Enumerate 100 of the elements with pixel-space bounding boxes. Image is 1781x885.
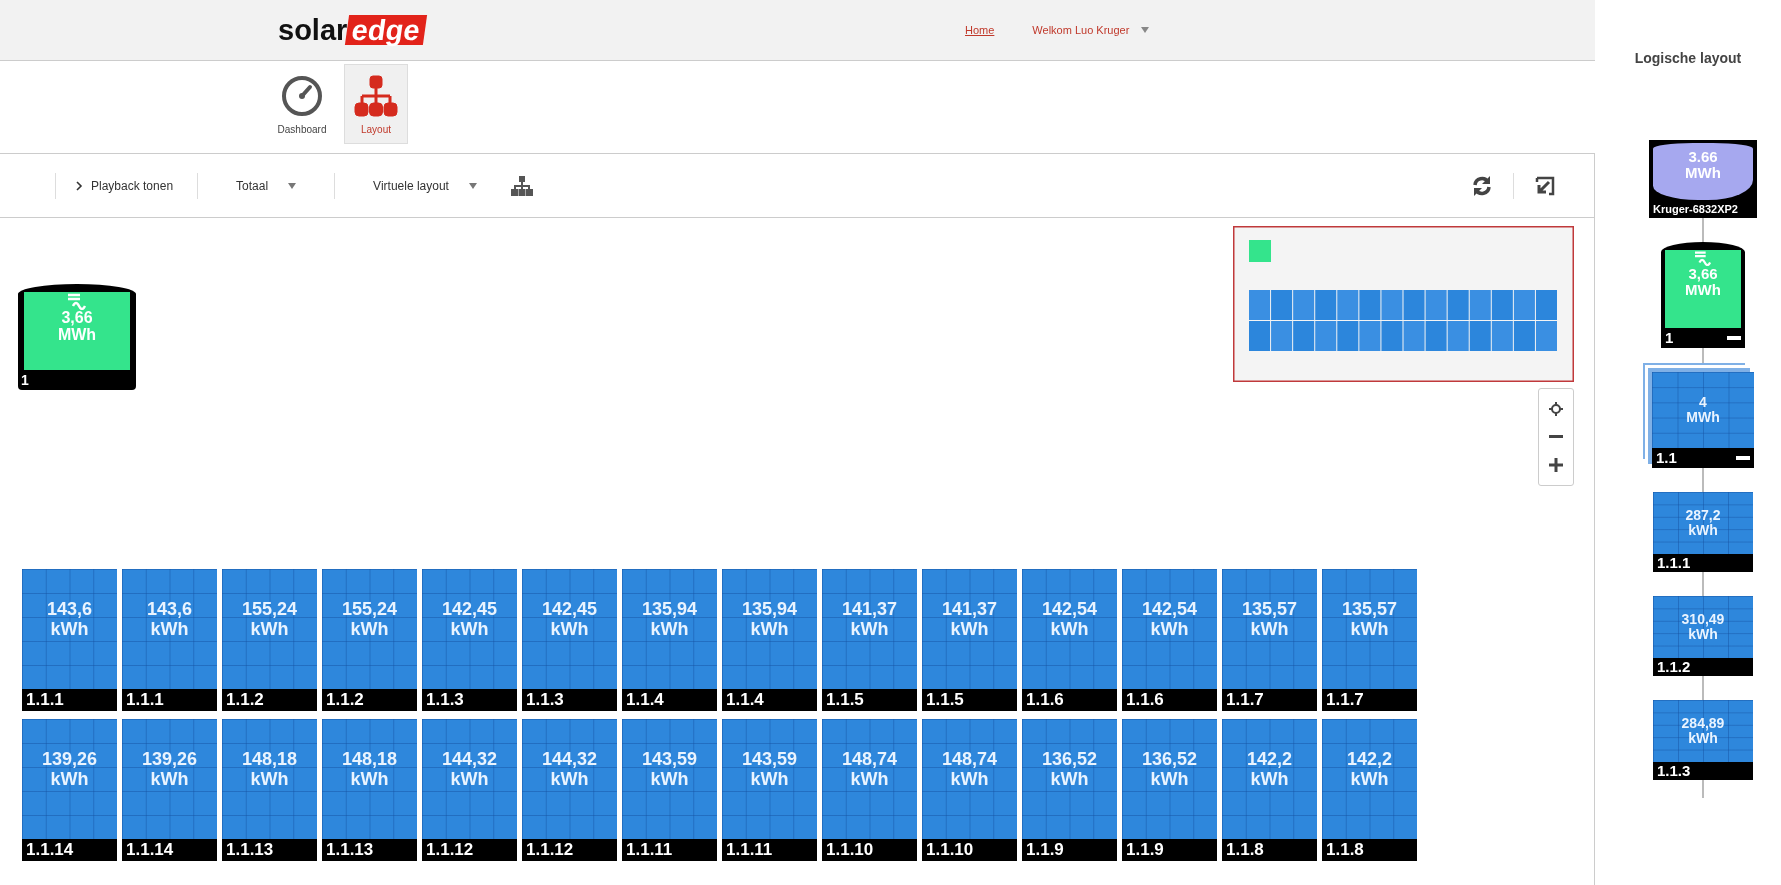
panel-title: Logische layout — [1634, 50, 1742, 68]
energy-unit: kWh — [250, 770, 289, 790]
home-link[interactable]: Home — [965, 24, 995, 36]
energy-value: 136,52 — [1141, 750, 1198, 770]
energy-unit: kWh — [50, 770, 89, 790]
logo[interactable]: solaredge — [278, 13, 425, 47]
inverter-id-label: 1 — [20, 371, 30, 390]
dc-ac-icon — [66, 292, 88, 310]
energy-value: 139,26 — [41, 750, 98, 770]
panel-id-label: 1.1.1 — [22, 689, 117, 711]
energy-unit: kWh — [450, 620, 489, 640]
minimap-drawing[interactable] — [1233, 226, 1574, 382]
panel-id-label: 1.1.8 — [1222, 839, 1317, 861]
energy-value: 148,74 — [841, 750, 898, 770]
energy-value: 142,45 — [541, 600, 598, 620]
panel-id-label: 1.1.3 — [1653, 762, 1753, 780]
panel-id-label: 1.1.8 — [1322, 839, 1417, 861]
panel-id-label: 1.1.3 — [522, 689, 617, 711]
energy-value: 284,89 — [1681, 715, 1725, 731]
inverter-node[interactable]: 3,66 MWh 1 — [18, 284, 136, 390]
energy-unit: kWh — [1050, 620, 1089, 640]
energy-unit: MWh — [1685, 164, 1721, 181]
panel-id-label: 1.1.9 — [1122, 839, 1217, 861]
energy-value: 143,6 — [146, 600, 192, 620]
energy-value: 3,66 — [61, 310, 93, 327]
energy-value: 287,2 — [1685, 507, 1721, 523]
energy-value: 142,45 — [441, 600, 498, 620]
energy-unit: kWh — [150, 620, 189, 640]
energy-unit: kWh — [1350, 620, 1389, 640]
energy-unit: kWh — [150, 770, 189, 790]
energy-unit: kWh — [550, 620, 589, 640]
energy-unit: kWh — [850, 620, 889, 640]
energy-unit: kWh — [850, 770, 889, 790]
energy-value: 3,66 — [1688, 266, 1718, 282]
caret-icon — [1141, 27, 1150, 33]
energy-value: 141,37 — [941, 600, 998, 620]
expand-icon[interactable] — [1534, 174, 1556, 197]
panel-id-label: 1.1.2 — [222, 689, 317, 711]
hierarchy-icon[interactable] — [510, 175, 533, 196]
energy-value: 135,94 — [741, 600, 798, 620]
user-menu[interactable]: Welkom Luo Kruger — [1032, 24, 1150, 36]
hierarchy-icon — [354, 73, 398, 118]
energy-value: 148,74 — [941, 750, 998, 770]
panel-id-label: 1.1.11 — [622, 839, 717, 861]
panel-id-label: 1.1.2 — [1653, 658, 1753, 676]
connector-line — [1702, 468, 1704, 492]
connector-line — [1702, 676, 1704, 700]
panel-id-label: 1.1.1 — [1653, 554, 1753, 572]
energy-value: 136,52 — [1041, 750, 1098, 770]
energy-value: 135,57 — [1241, 600, 1298, 620]
energy-value: 144,32 — [541, 750, 598, 770]
energy-value: 143,59 — [741, 750, 798, 770]
panel-id-label: 1.1.4 — [622, 689, 717, 711]
node-id-label: 1.1 — [1656, 448, 1677, 468]
energy-unit: kWh — [350, 770, 389, 790]
energy-value: 142,54 — [1041, 600, 1098, 620]
energy-value: 139,26 — [141, 750, 198, 770]
minus-icon — [1549, 435, 1563, 439]
energy-unit: MWh — [1686, 410, 1720, 426]
energy-unit: kWh — [750, 770, 789, 790]
caret-icon — [288, 182, 297, 189]
panel-id-label: 1.1.4 — [722, 689, 817, 711]
energy-value: 141,37 — [841, 600, 898, 620]
dc-ac-icon — [1693, 250, 1713, 266]
energy-value: 310,49 — [1681, 611, 1725, 627]
energy-unit: kWh — [250, 620, 289, 640]
panel-id-label: 1.1.5 — [922, 689, 1017, 711]
site-node[interactable]: 3.66 MWh Kruger-6832XP2 — [1649, 140, 1757, 218]
energy-unit: kWh — [450, 770, 489, 790]
panel-id-label: 1.1.12 — [422, 839, 517, 861]
energy-value: 148,18 — [341, 750, 398, 770]
energy-value: 155,24 — [241, 600, 298, 620]
energy-value: 142,2 — [1246, 750, 1292, 770]
panel-id-label: 1.1.3 — [422, 689, 517, 711]
chevron-icon — [76, 180, 83, 191]
node-id-label: 1 — [1665, 328, 1674, 348]
logo-text: solar — [278, 13, 348, 47]
energy-unit: kWh — [650, 770, 689, 790]
playback-toggle[interactable]: Playback tonen — [56, 178, 198, 193]
nav-tab[interactable]: Dashboard — [270, 64, 334, 144]
panel-id-label: 1.1.11 — [722, 839, 817, 861]
view-dropdown[interactable]: Virtuele layout — [335, 178, 515, 193]
inverter-node[interactable]: 3,66 MWh 1 — [1661, 242, 1745, 348]
view-dropdown[interactable]: Totaal — [198, 178, 335, 193]
energy-unit: kWh — [1250, 620, 1289, 640]
energy-value: 155,24 — [341, 600, 398, 620]
energy-unit: kWh — [1250, 770, 1289, 790]
refresh-icon[interactable] — [1471, 174, 1493, 197]
energy-value: 135,94 — [641, 600, 698, 620]
energy-unit: kWh — [50, 620, 89, 640]
energy-value: 143,6 — [46, 600, 92, 620]
panel-id-label: 1.1.10 — [822, 839, 917, 861]
energy-value: 3.66 — [1688, 149, 1718, 165]
panel-id-label: 1.1.13 — [222, 839, 317, 861]
connector-line — [1702, 218, 1704, 242]
panel-id-label: 1.1.6 — [1022, 689, 1117, 711]
panel-id-label: 1.1.12 — [522, 839, 617, 861]
crosshair-icon — [1549, 402, 1563, 416]
nav-tab[interactable]: Layout — [344, 64, 408, 144]
panel-id-label: 1.1.6 — [1122, 689, 1217, 711]
